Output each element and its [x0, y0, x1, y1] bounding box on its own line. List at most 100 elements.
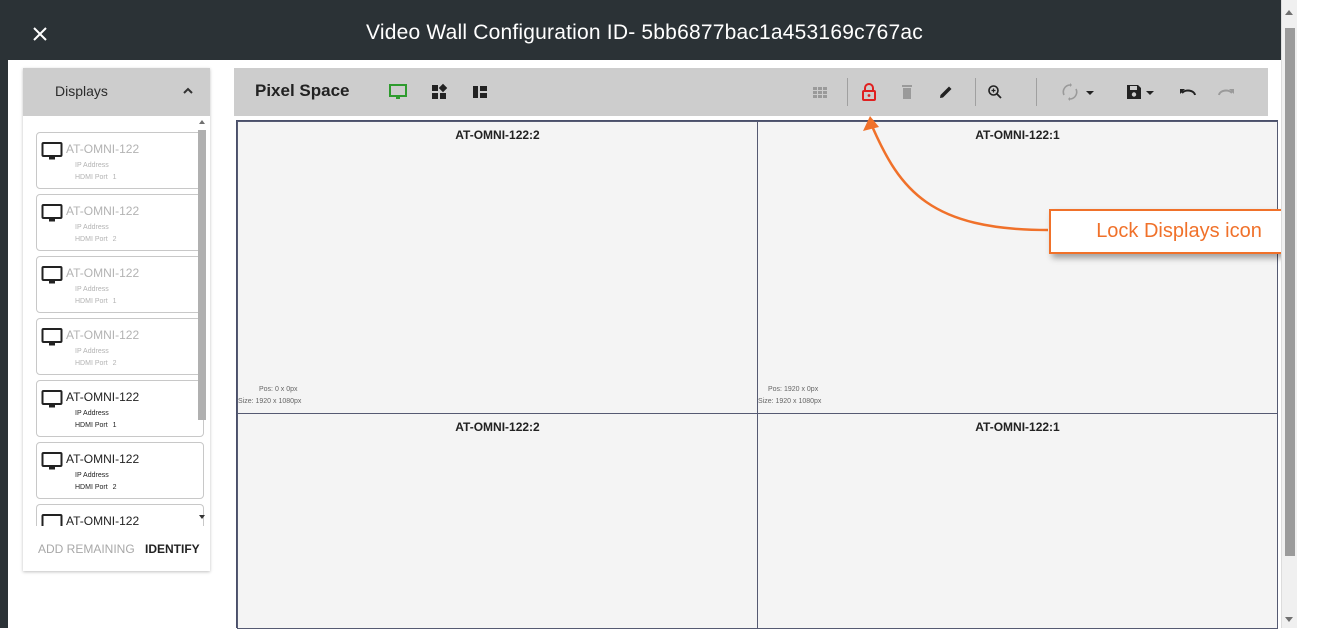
video-wall-dialog: Video Wall Configuration ID- 5bb6877bac1…: [0, 0, 1325, 629]
display-card[interactable]: AT-OMNI-122 IP Address HDMI Port 1: [36, 380, 204, 437]
trash-icon[interactable]: [897, 82, 917, 102]
hdmi-port-number: 2: [112, 236, 117, 243]
toolbar-divider: [847, 78, 848, 106]
ip-address-label: IP Address: [75, 410, 109, 417]
display-card[interactable]: AT-OMNI-122 IP Address HDMI Port 1: [36, 132, 204, 189]
monitor-icon: [41, 514, 63, 526]
displays-panel: Displays AT-OMNI-122 IP Address HDMI Por…: [23, 68, 210, 571]
hdmi-port-text: HDMI Port: [75, 298, 108, 305]
ip-address-label: IP Address: [75, 472, 109, 479]
hdmi-port-number: 2: [112, 360, 117, 367]
refresh-icon[interactable]: [1060, 82, 1080, 102]
hdmi-port-text: HDMI Port: [75, 422, 108, 429]
hdmi-port-text: HDMI Port: [75, 236, 108, 243]
scroll-down-arrow-icon[interactable]: [199, 515, 205, 519]
scroll-up-arrow-icon[interactable]: [199, 120, 205, 124]
callout-text: Lock Displays icon: [1096, 220, 1262, 242]
toolbar-title: Pixel Space: [255, 81, 350, 100]
hdmi-port-label: HDMI Port 2: [75, 484, 117, 491]
grid-icon[interactable]: [810, 82, 830, 102]
display-list[interactable]: AT-OMNI-122 IP Address HDMI Port 1 AT-OMN…: [23, 120, 210, 594]
monitor-icon: [41, 204, 63, 222]
hdmi-port-label: HDMI Port 2: [75, 360, 117, 367]
ip-address-label: IP Address: [75, 286, 109, 293]
monitor-icon: [41, 142, 63, 160]
displays-panel-actions: ADD REMAINING IDENTIFY: [23, 542, 210, 562]
dialog-title: Video Wall Configuration ID- 5bb6877bac1…: [366, 21, 923, 44]
display-tile[interactable]: AT-OMNI-122:2: [237, 413, 758, 629]
chevron-down-icon[interactable]: [1144, 82, 1156, 102]
monitor-icon[interactable]: [388, 82, 408, 102]
pixel-space-canvas[interactable]: AT-OMNI-122:2 Pos: 0 x 0px Size: 1920 x …: [236, 120, 1278, 629]
hdmi-port-label: HDMI Port 1: [75, 298, 117, 305]
undo-icon[interactable]: [1178, 82, 1198, 102]
display-name: AT-OMNI-122: [66, 514, 140, 526]
hdmi-port-number: 1: [112, 422, 117, 429]
displays-panel-header[interactable]: Displays: [23, 68, 210, 116]
display-tile[interactable]: AT-OMNI-122:1: [757, 413, 1278, 629]
displays-panel-title: Displays: [55, 83, 108, 99]
scroll-down-arrow-icon[interactable]: [1285, 617, 1293, 622]
scrollbar-thumb[interactable]: [198, 130, 206, 420]
lock-open-icon[interactable]: [859, 82, 879, 102]
ip-address-label: IP Address: [75, 348, 109, 355]
save-icon[interactable]: [1124, 82, 1144, 102]
title-bar: Video Wall Configuration ID- 5bb6877bac1…: [8, 8, 1281, 60]
hdmi-port-text: HDMI Port: [75, 174, 108, 181]
tile-position: Pos: 0 x 0px: [259, 386, 298, 393]
hdmi-port-text: HDMI Port: [75, 484, 108, 491]
display-name: AT-OMNI-122: [66, 328, 140, 342]
lock-displays-callout: Lock Displays icon: [1049, 209, 1309, 254]
display-card[interactable]: AT-OMNI-122 IP Address HDMI Port 1: [36, 256, 204, 313]
display-tile[interactable]: AT-OMNI-122:2 Pos: 0 x 0px Size: 1920 x …: [237, 121, 758, 414]
left-edge: [0, 0, 8, 628]
display-name: AT-OMNI-122: [66, 266, 140, 280]
layout-list-icon[interactable]: [470, 82, 490, 102]
chevron-up-icon[interactable]: [181, 84, 195, 98]
toolbar-divider: [1036, 78, 1037, 106]
display-name: AT-OMNI-122: [66, 142, 140, 156]
display-card[interactable]: AT-OMNI-122: [36, 504, 204, 526]
pixel-space-toolbar: Pixel Space: [234, 68, 1268, 116]
monitor-icon: [41, 266, 63, 284]
hdmi-port-label: HDMI Port 2: [75, 236, 117, 243]
monitor-icon: [41, 452, 63, 470]
monitor-icon: [41, 328, 63, 346]
tile-size: Size: 1920 x 1080px: [758, 398, 822, 405]
ip-address-label: IP Address: [75, 162, 109, 169]
layout-blocks-icon[interactable]: [429, 82, 449, 102]
scroll-up-arrow-icon[interactable]: [1285, 10, 1293, 15]
redo-icon[interactable]: [1216, 82, 1236, 102]
display-tile-name: AT-OMNI-122:1: [975, 420, 1060, 434]
display-name: AT-OMNI-122: [66, 204, 140, 218]
display-card[interactable]: AT-OMNI-122 IP Address HDMI Port 2: [36, 194, 204, 251]
hdmi-port-number: 1: [112, 174, 117, 181]
right-margin: [1297, 0, 1325, 628]
display-tile-name: AT-OMNI-122:2: [455, 128, 540, 142]
monitor-icon: [41, 390, 63, 408]
hdmi-port-number: 1: [112, 298, 117, 305]
add-remaining-button[interactable]: ADD REMAINING: [38, 542, 135, 556]
page-scrollbar[interactable]: [1281, 0, 1297, 628]
hdmi-port-label: HDMI Port 1: [75, 174, 117, 181]
ip-address-label: IP Address: [75, 224, 109, 231]
toolbar-divider: [975, 78, 976, 106]
callout-arrow: [863, 116, 1049, 232]
display-card[interactable]: AT-OMNI-122 IP Address HDMI Port 2: [36, 442, 204, 499]
page-scrollbar-thumb[interactable]: [1285, 28, 1295, 556]
zoom-icon[interactable]: [985, 82, 1005, 102]
hdmi-port-label: HDMI Port 1: [75, 422, 117, 429]
display-list-scrollbar[interactable]: [195, 120, 209, 525]
tile-size: Size: 1920 x 1080px: [238, 398, 302, 405]
display-tile-name: AT-OMNI-122:2: [455, 420, 540, 434]
hdmi-port-text: HDMI Port: [75, 360, 108, 367]
chevron-down-icon[interactable]: [1084, 82, 1096, 102]
display-name: AT-OMNI-122: [66, 390, 140, 404]
display-card[interactable]: AT-OMNI-122 IP Address HDMI Port 2: [36, 318, 204, 375]
display-name: AT-OMNI-122: [66, 452, 140, 466]
top-strip: [0, 0, 1325, 8]
pencil-icon[interactable]: [936, 82, 956, 102]
tile-position: Pos: 1920 x 0px: [768, 386, 819, 393]
identify-button[interactable]: IDENTIFY: [145, 542, 200, 556]
hdmi-port-number: 2: [112, 484, 117, 491]
